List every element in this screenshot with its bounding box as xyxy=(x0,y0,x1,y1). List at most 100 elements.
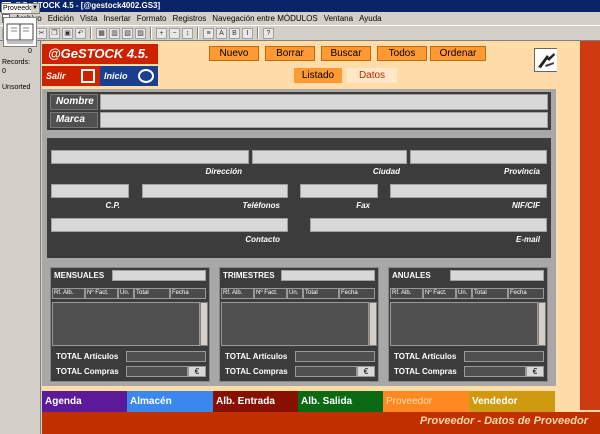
anuales-scrollbar[interactable] xyxy=(538,302,546,346)
ciudad-field[interactable] xyxy=(252,150,407,164)
contacto-field[interactable] xyxy=(51,218,288,232)
buscar-button[interactable]: Buscar xyxy=(321,46,371,61)
menu-insertar[interactable]: Insertar xyxy=(101,12,134,25)
undo-icon[interactable]: ↶ xyxy=(75,27,86,39)
accent-bar xyxy=(580,41,600,410)
mensuales-list[interactable] xyxy=(52,302,200,346)
records-info: Records: 0 xyxy=(2,58,30,76)
anuales-list[interactable] xyxy=(390,302,538,346)
ordenar-button[interactable]: Ordenar xyxy=(430,46,486,61)
currency-label: € xyxy=(357,366,375,377)
tab-listado[interactable]: Listado xyxy=(294,68,342,83)
telefonos-field[interactable] xyxy=(142,184,288,198)
module-tabs: Agenda Almacén Alb. Entrada Alb. Salida … xyxy=(42,391,555,412)
cut-icon[interactable]: ✂ xyxy=(36,27,47,39)
tab-proveedor[interactable]: Proveedor xyxy=(383,391,469,412)
nif-field[interactable] xyxy=(390,184,547,198)
provincia-label: Provincia xyxy=(503,167,540,176)
sort-icon[interactable]: ↕ xyxy=(182,27,193,39)
column-n-fact: Nº Fact. xyxy=(85,288,118,299)
preview-icon[interactable]: ▨ xyxy=(135,27,146,39)
fax-field[interactable] xyxy=(300,184,378,198)
cp-label: C.P. xyxy=(105,201,120,210)
nombre-field[interactable] xyxy=(100,94,548,110)
new-record-icon[interactable]: + xyxy=(156,27,167,39)
borrar-button[interactable]: Borrar xyxy=(265,46,315,61)
tab-datos[interactable]: Datos xyxy=(347,68,397,83)
help-icon[interactable]: ? xyxy=(263,27,274,39)
paste-icon[interactable]: ▣ xyxy=(62,27,73,39)
tab-agenda[interactable]: Agenda xyxy=(42,391,127,412)
email-label: E-mail xyxy=(515,235,540,244)
text-size-icon[interactable]: A xyxy=(216,27,227,39)
mensuales-selector[interactable] xyxy=(112,270,206,281)
email-field[interactable] xyxy=(310,218,547,232)
exit-icon xyxy=(81,69,95,83)
nuevo-button[interactable]: Nuevo xyxy=(209,46,259,61)
app-logo: @GeSTOCK 4.5. xyxy=(42,44,158,64)
chevron-down-icon[interactable]: ▼ xyxy=(31,4,39,13)
salir-button[interactable]: Salir xyxy=(42,66,100,86)
cp-field[interactable] xyxy=(51,184,129,198)
menu-edicion[interactable]: Edición xyxy=(45,12,77,25)
trimestres-scrollbar[interactable] xyxy=(369,302,377,346)
column-rf-alb: Rf. Alb. xyxy=(52,288,85,299)
telefonos-label: Teléfonos xyxy=(242,201,280,210)
column-total: Total xyxy=(472,288,508,299)
mensuales-scrollbar[interactable] xyxy=(200,302,208,346)
mensuales-total-compras-field[interactable] xyxy=(126,366,188,377)
marca-field[interactable] xyxy=(100,112,548,128)
tab-alb-entrada[interactable]: Alb. Entrada xyxy=(213,391,298,412)
browse-icon[interactable]: ▦ xyxy=(96,27,107,39)
anuales-total-articulos-label: TOTAL Artículos xyxy=(394,352,457,361)
menu-ventana[interactable]: Ventana xyxy=(321,12,356,25)
menu-formato[interactable]: Formato xyxy=(134,12,170,25)
italic-icon[interactable]: I xyxy=(242,27,253,39)
tab-almacen[interactable]: Almacén xyxy=(127,391,213,412)
contacto-label: Contacto xyxy=(245,235,280,244)
inicio-button[interactable]: Inicio xyxy=(100,66,158,86)
menu-registros[interactable]: Registros xyxy=(170,12,210,25)
ciudad-label: Ciudad xyxy=(372,167,400,176)
trimestres-total-compras-field[interactable] xyxy=(295,366,357,377)
bold-icon[interactable]: B xyxy=(229,27,240,39)
find-icon[interactable]: ▥ xyxy=(109,27,120,39)
trimestres-selector[interactable] xyxy=(281,270,375,281)
provincia-field[interactable] xyxy=(410,150,547,164)
mensuales-title: MENSUALES xyxy=(54,271,105,280)
todos-button[interactable]: Todos xyxy=(377,46,427,61)
toolbar-separator xyxy=(150,27,152,39)
book-icon[interactable] xyxy=(3,17,37,47)
layout-select[interactable]: Proveedor ▼ xyxy=(1,3,40,14)
menu-vista[interactable]: Vista xyxy=(77,12,101,25)
mensuales-total-articulos-field[interactable] xyxy=(126,351,206,362)
column-fecha: Fecha xyxy=(170,288,206,299)
menu-ayuda[interactable]: Ayuda xyxy=(356,12,385,25)
trimestres-list[interactable] xyxy=(221,302,369,346)
menu-navegacion[interactable]: Navegación entre MÓDULOS xyxy=(209,12,320,25)
marca-label: Marca xyxy=(50,112,98,128)
currency-label: € xyxy=(526,366,544,377)
provider-image-icon xyxy=(534,48,558,72)
salir-label: Salir xyxy=(46,71,66,81)
delete-record-icon[interactable]: − xyxy=(169,27,180,39)
trimestres-total-articulos-field[interactable] xyxy=(295,351,375,362)
layout-icon[interactable]: ▧ xyxy=(122,27,133,39)
mensuales-total-compras-label: TOTAL Compras xyxy=(56,367,119,376)
direccion-field[interactable] xyxy=(51,150,249,164)
nif-label: NIF/CIF xyxy=(512,201,540,210)
text-align-icon[interactable]: ≡ xyxy=(203,27,214,39)
copy-icon[interactable]: ❐ xyxy=(49,27,60,39)
tab-alb-salida[interactable]: Alb. Salida xyxy=(298,391,383,412)
inicio-label: Inicio xyxy=(104,71,128,81)
column-rf-alb: Rf. Alb. xyxy=(390,288,423,299)
anuales-total-compras-field[interactable] xyxy=(464,366,526,377)
column-n-fact: Nº Fact. xyxy=(254,288,287,299)
anuales-total-articulos-field[interactable] xyxy=(464,351,544,362)
trimestres-total-articulos-label: TOTAL Artículos xyxy=(225,352,288,361)
anuales-selector[interactable] xyxy=(450,270,544,281)
anuales-total-compras-label: TOTAL Compras xyxy=(394,367,457,376)
tab-vendedor[interactable]: Vendedor xyxy=(469,391,555,412)
home-icon xyxy=(138,69,154,83)
menu-bar: Archivo Edición Vista Insertar Formato R… xyxy=(0,12,600,25)
